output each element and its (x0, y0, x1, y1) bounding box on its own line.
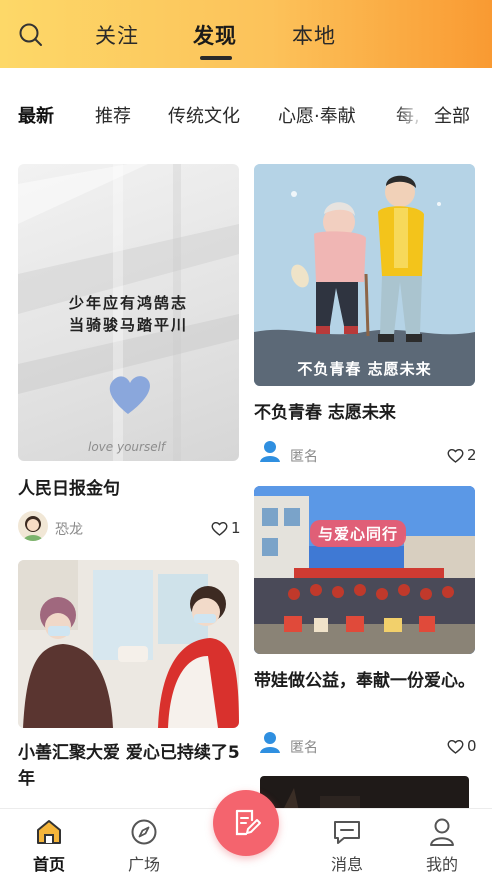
like-counter[interactable]: 2 (447, 446, 477, 464)
group-photo-art (254, 486, 475, 654)
volunteer-illustration (254, 164, 475, 386)
message-icon (334, 821, 360, 844)
tab-local[interactable]: 本地 (292, 20, 336, 50)
anonymous-avatar-icon (260, 441, 280, 462)
category-fade (396, 98, 430, 130)
avatar[interactable] (18, 511, 48, 541)
post-title[interactable]: 不负青春 志愿未来 (254, 400, 476, 426)
poster-line-2: 当骑骏马踏平川 (68, 316, 188, 334)
post-title[interactable]: 人民日报金句 (18, 476, 240, 502)
like-count: 2 (467, 446, 477, 464)
create-post-button[interactable] (213, 790, 279, 856)
compass-icon (131, 819, 157, 845)
group-photo-banner: 与爱心同行 (310, 520, 407, 547)
category-latest[interactable]: 最新 (18, 102, 54, 128)
active-tab-indicator (200, 56, 232, 60)
tab-discover[interactable]: 发现 (193, 20, 237, 50)
nav-square[interactable]: 广场 (109, 809, 179, 878)
search-icon[interactable] (18, 22, 44, 48)
heart-icon (447, 448, 464, 463)
tab-follow[interactable]: 关注 (95, 20, 139, 50)
category-wish-dedication[interactable]: 心愿·奉献 (278, 102, 356, 128)
like-count: 0 (467, 737, 477, 755)
like-count: 1 (231, 519, 241, 537)
nav-label: 首页 (32, 855, 65, 874)
nav-profile[interactable]: 我的 (407, 809, 477, 878)
post-image-volunteer[interactable]: 不负青春 志愿未来 (254, 164, 475, 386)
post-image-quote[interactable]: 少年应有鸿鹄志 当骑骏马踏平川 love yourself (18, 164, 239, 461)
post-image-charity-photo[interactable] (18, 560, 239, 728)
poster-footer: love yourself (88, 440, 166, 454)
volunteer-banner-text: 不负青春 志愿未来 (297, 360, 432, 378)
post-image-group-photo[interactable]: 与爱心同行 (254, 486, 475, 654)
nav-home[interactable]: 首页 (14, 809, 84, 878)
app-screen: 关注 发现 本地 最新 推荐 传统文化 心愿·奉献 每, 全部 少年应有鸿鹄志 … (0, 0, 492, 878)
home-icon (37, 820, 61, 844)
like-counter[interactable]: 0 (447, 737, 477, 755)
category-recommended[interactable]: 推荐 (95, 102, 131, 128)
top-header: 关注 发现 本地 (0, 0, 492, 68)
heart-icon (211, 521, 228, 536)
like-counter[interactable]: 1 (211, 519, 241, 537)
author-name[interactable]: 恐龙 (55, 519, 83, 539)
category-all-button[interactable]: 全部 (434, 102, 470, 128)
nav-label: 消息 (330, 855, 363, 874)
author-name[interactable]: 匿名 (290, 737, 318, 757)
category-traditional-culture[interactable]: 传统文化 (168, 102, 240, 128)
category-bar: 最新 推荐 传统文化 心愿·奉献 每, 全部 (0, 68, 492, 160)
heart-icon (447, 739, 464, 754)
nav-messages[interactable]: 消息 (312, 809, 382, 878)
post-title[interactable]: 带娃做公益，奉献一份爱心。 (254, 668, 476, 694)
author-name[interactable]: 匿名 (290, 446, 318, 466)
poster-line-1: 少年应有鸿鹄志 (68, 294, 188, 312)
edit-icon (235, 809, 261, 836)
nav-label: 我的 (425, 855, 458, 874)
post-title[interactable]: 小善汇聚大爱 爱心已持续了5年 (18, 740, 240, 792)
nav-label: 广场 (127, 855, 160, 874)
user-icon (430, 818, 454, 846)
anonymous-avatar-icon (260, 732, 280, 753)
charity-photo-art (18, 560, 239, 728)
